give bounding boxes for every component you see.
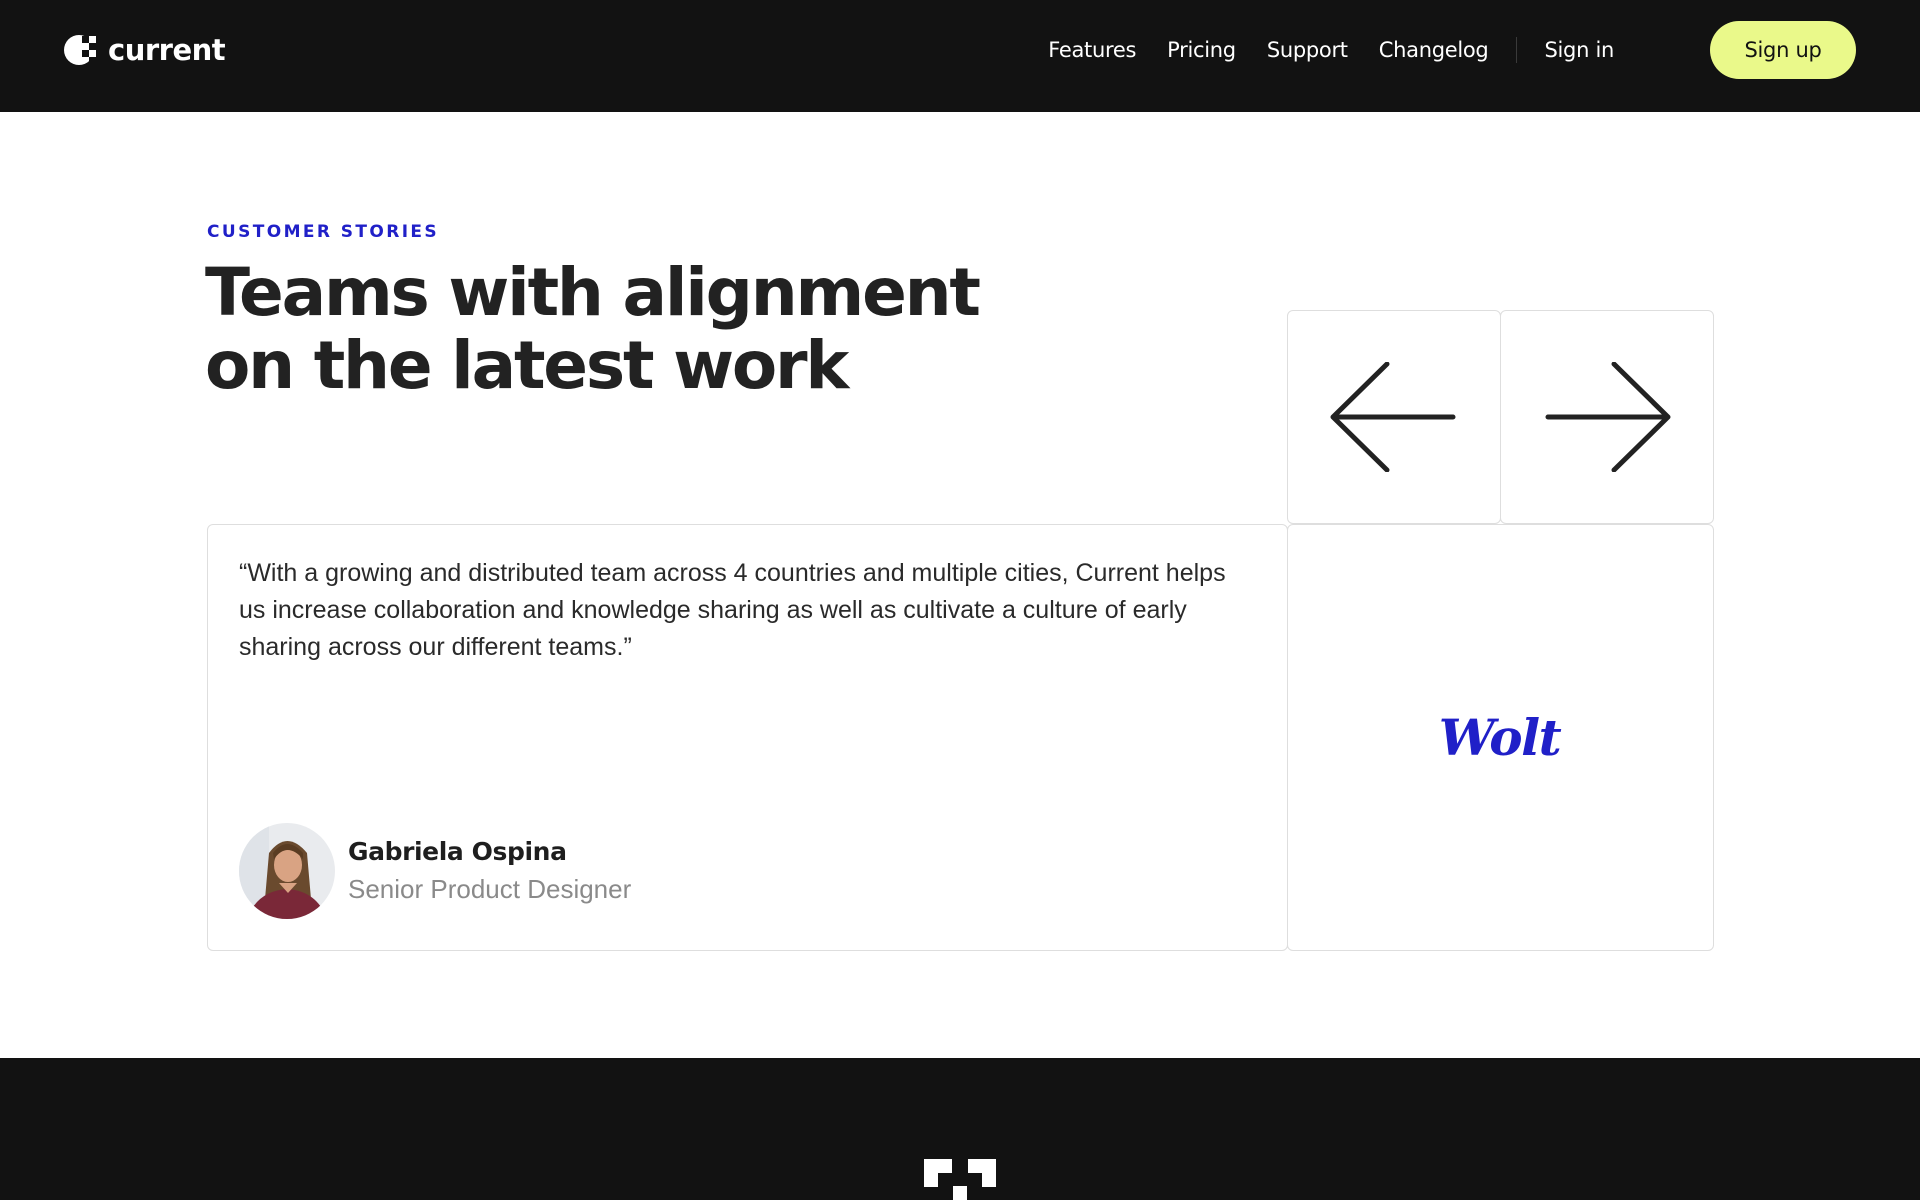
author-role: Senior Product Designer <box>348 874 632 904</box>
author-meta: Gabriela Ospina Senior Product Designer <box>348 834 631 908</box>
testimonial-card: “With a growing and distributed team acr… <box>207 524 1288 951</box>
author-avatar <box>239 823 335 919</box>
current-footer-mark-icon <box>924 1159 996 1200</box>
section-title: Teams with alignment on the latest work <box>205 256 985 402</box>
section-eyebrow: CUSTOMER STORIES <box>207 222 440 242</box>
next-story-button[interactable] <box>1500 310 1714 524</box>
avatar-photo <box>239 823 335 919</box>
company-logo-card: Wolt <box>1287 524 1714 951</box>
current-logo-icon <box>64 35 96 65</box>
arrow-right-icon <box>1545 362 1671 472</box>
wolt-logo: Wolt <box>1438 708 1562 767</box>
testimonial-quote: “With a growing and distributed team acr… <box>239 559 1226 661</box>
author-name: Gabriela Ospina <box>348 837 567 866</box>
previous-story-button[interactable] <box>1287 310 1501 524</box>
nav-link-support[interactable]: Support <box>1267 38 1348 62</box>
brand-name: current <box>108 33 226 67</box>
section-title-line-1: Teams with alignment <box>205 254 981 331</box>
nav-divider <box>1516 37 1518 63</box>
sign-in-link[interactable]: Sign in <box>1544 38 1614 62</box>
sign-up-button[interactable]: Sign up <box>1710 21 1856 79</box>
section-title-line-2: on the latest work <box>205 327 849 404</box>
nav-link-pricing[interactable]: Pricing <box>1167 38 1236 62</box>
brand-home-link[interactable]: current <box>63 32 226 68</box>
testimonial-author: Gabriela Ospina Senior Product Designer <box>239 823 631 919</box>
main-nav: Features Pricing Support Changelog Sign … <box>1017 0 1614 100</box>
top-navigation-bar: current Features Pricing Support Changel… <box>0 0 1920 112</box>
arrow-left-icon <box>1330 362 1456 472</box>
nav-link-changelog[interactable]: Changelog <box>1379 38 1489 62</box>
footer <box>0 1058 1920 1200</box>
nav-link-features[interactable]: Features <box>1048 38 1136 62</box>
